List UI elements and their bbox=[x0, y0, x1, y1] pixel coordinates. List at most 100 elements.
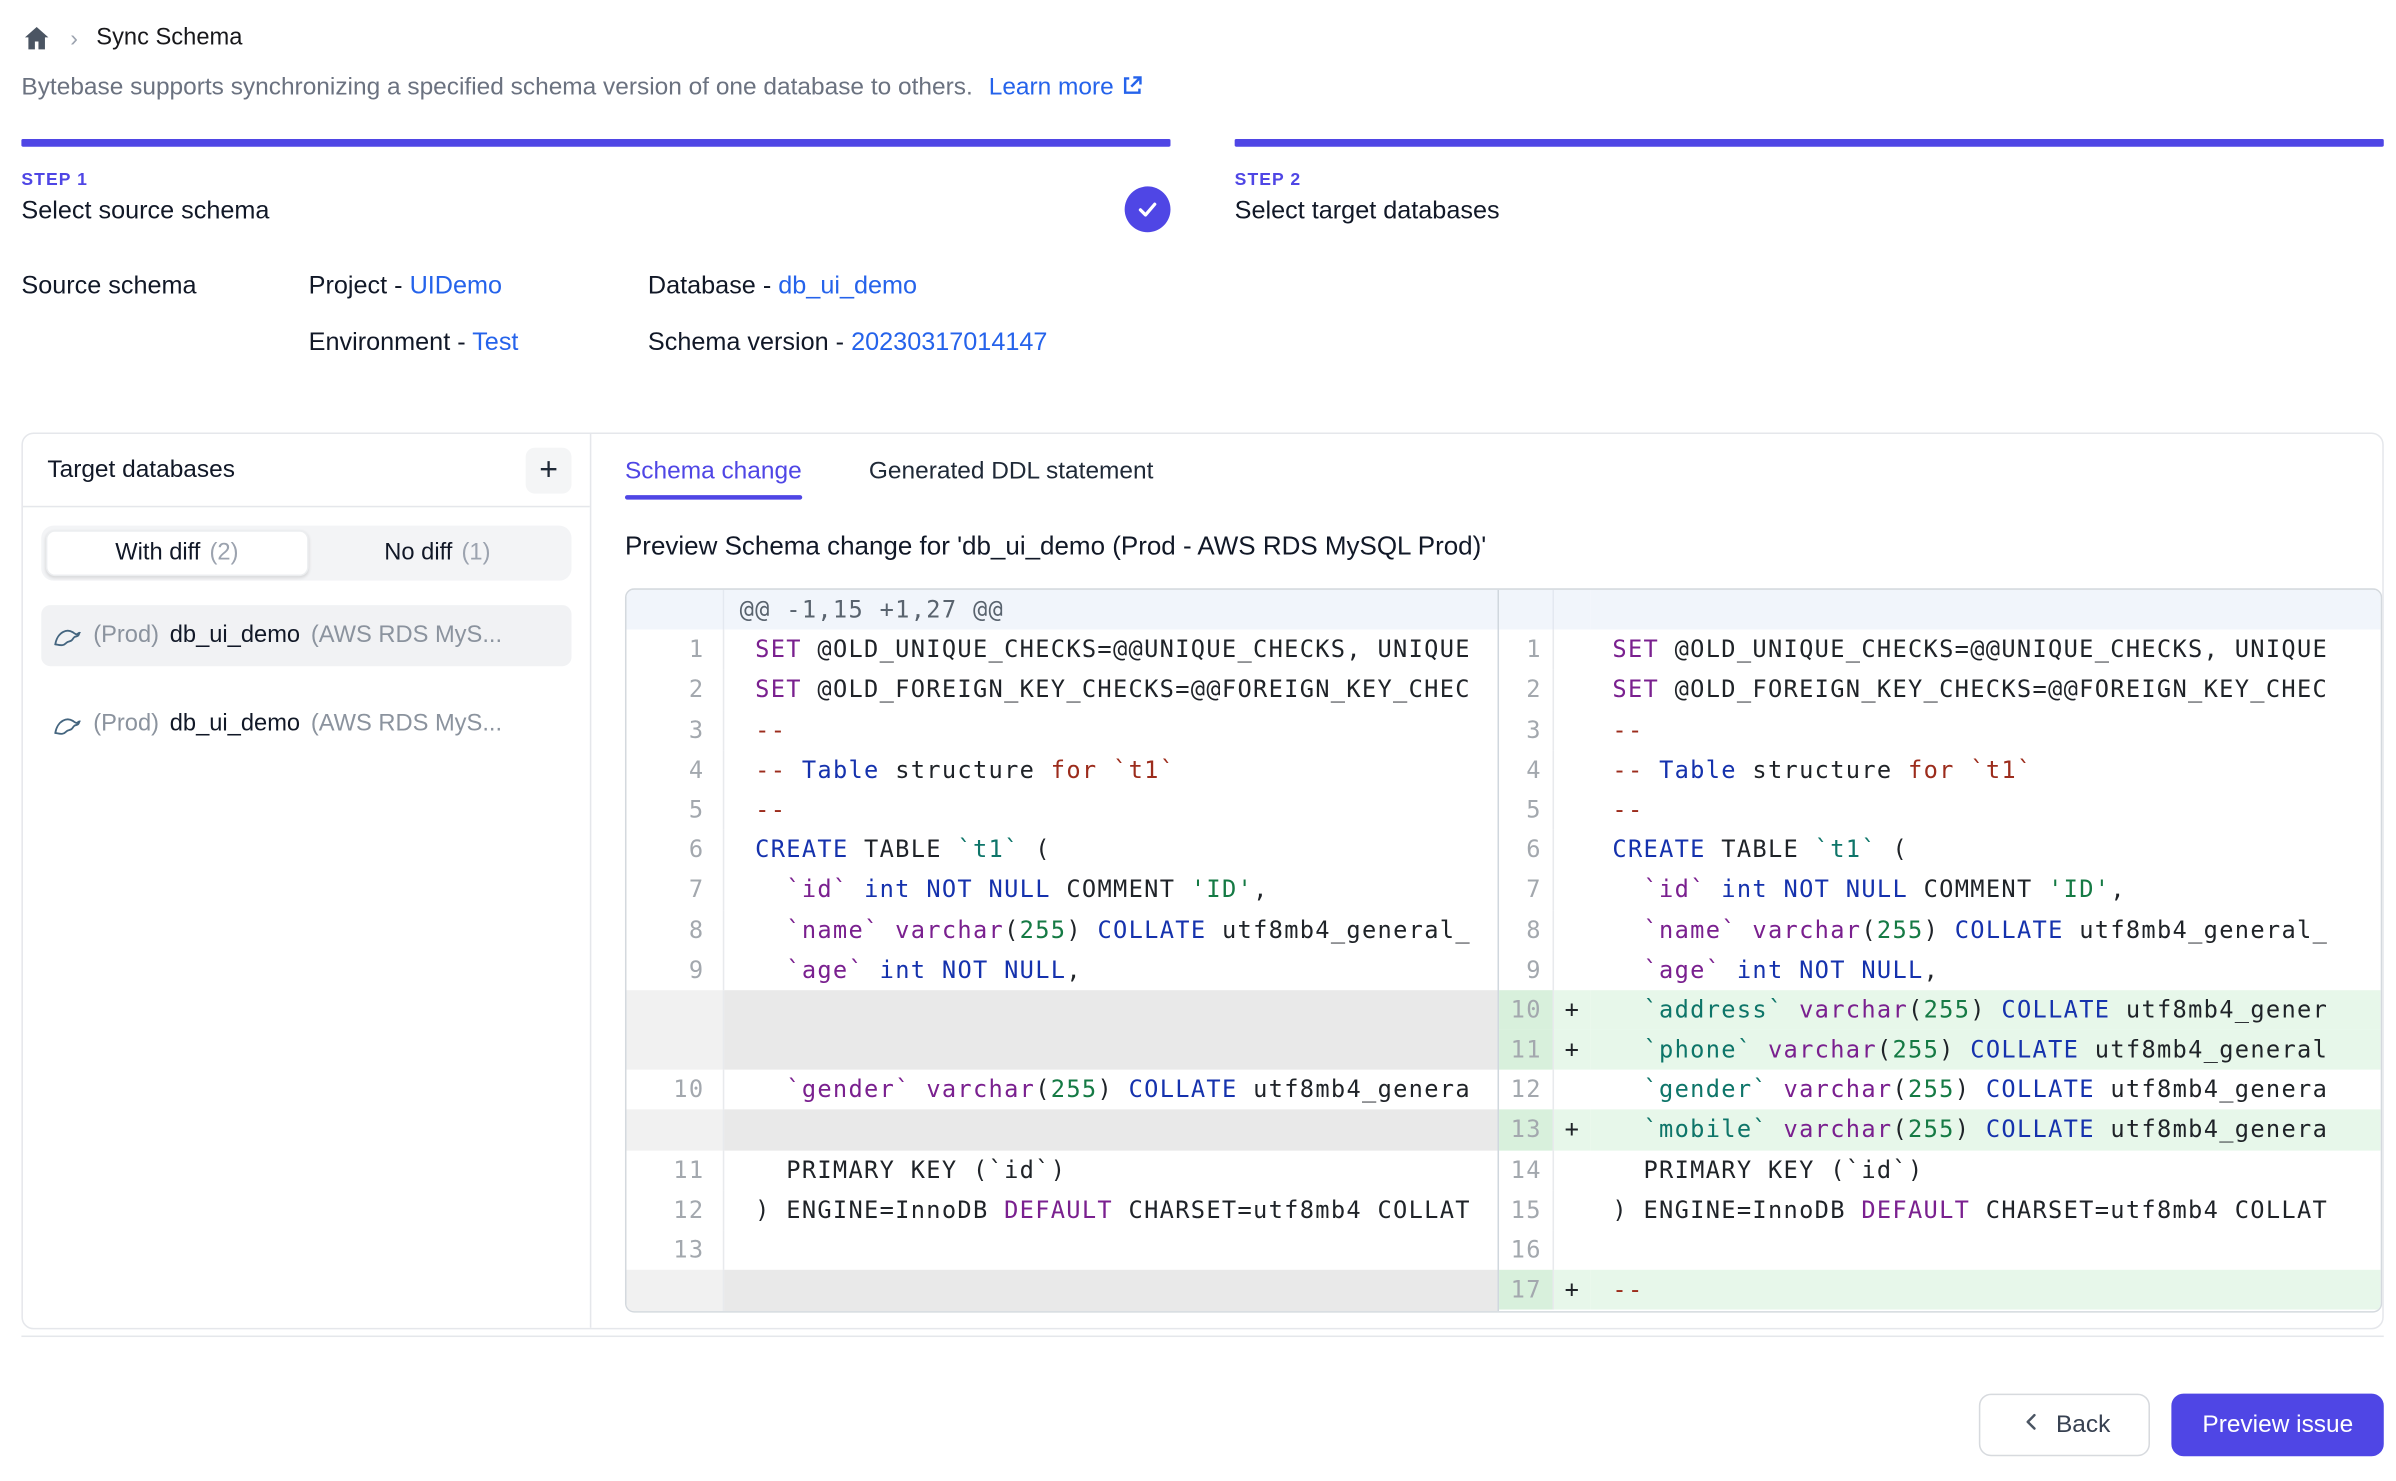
diff-code-text: -- bbox=[724, 790, 1497, 830]
diff-code-text bbox=[1591, 1230, 2381, 1270]
diff-line-number bbox=[627, 1110, 725, 1150]
learn-more-link[interactable]: Learn more bbox=[989, 75, 1145, 101]
home-icon[interactable] bbox=[21, 23, 52, 54]
target-database-item[interactable]: (Prod)db_ui_demo(AWS RDS MyS... bbox=[41, 694, 571, 755]
diff-add-sign: + bbox=[1554, 1270, 1591, 1310]
diff-code-text: `gender` varchar(255) COLLATE utf8mb4_ge… bbox=[1591, 1070, 2381, 1110]
diff-pane-source[interactable]: @@ -1,15 +1,27 @@1 SET @OLD_UNIQUE_CHECK… bbox=[627, 590, 1500, 1311]
diff-code-row: 12 ) ENGINE=InnoDB DEFAULT CHARSET=utf8m… bbox=[627, 1190, 1498, 1230]
diff-add-sign: + bbox=[1554, 1030, 1591, 1070]
diff-code-row: 3 -- bbox=[627, 710, 1498, 750]
stepper: STEP 1 Select source schema STEP 2 Selec… bbox=[0, 139, 2396, 226]
diff-code-text: `name` varchar(255) COLLATE utf8mb4_gene… bbox=[724, 910, 1497, 950]
diff-line-number: 3 bbox=[1499, 710, 1554, 750]
diff-add-sign bbox=[1554, 750, 1591, 790]
diff-code-row: 13 bbox=[627, 1230, 1498, 1270]
diff-code-text: SET @OLD_UNIQUE_CHECKS=@@UNIQUE_CHECKS, … bbox=[724, 630, 1497, 670]
diff-code-text bbox=[1591, 590, 2381, 630]
step-1: STEP 1 Select source schema bbox=[21, 139, 1170, 226]
diff-code-text: `id` int NOT NULL COMMENT 'ID', bbox=[724, 870, 1497, 910]
tab-no-diff[interactable]: No diff(1) bbox=[308, 530, 567, 576]
schema-version-link[interactable]: 20230317014147 bbox=[851, 329, 1047, 357]
diff-line-number: 6 bbox=[627, 830, 725, 870]
diff-code-text: -- Table structure for `t1` bbox=[724, 750, 1497, 790]
db-environment: (Prod) bbox=[93, 622, 159, 650]
sync-schema-page: › Sync Schema Bytebase supports synchron… bbox=[0, 0, 2396, 1481]
diff-code-text: -- bbox=[724, 710, 1497, 750]
diff-code-row: 2 SET @OLD_FOREIGN_KEY_CHECKS=@@FOREIGN_… bbox=[627, 670, 1498, 710]
diff-code-row: 7 `id` int NOT NULL COMMENT 'ID', bbox=[1499, 870, 2381, 910]
tab-with-diff[interactable]: With diff(2) bbox=[46, 530, 308, 576]
tab-generated-ddl[interactable]: Generated DDL statement bbox=[869, 458, 1153, 499]
diff-code-text bbox=[724, 1230, 1497, 1270]
diff-code-text: -- bbox=[1591, 710, 2381, 750]
database-link[interactable]: db_ui_demo bbox=[778, 272, 917, 300]
diff-code-text: SET @OLD_FOREIGN_KEY_CHECKS=@@FOREIGN_KE… bbox=[1591, 670, 2381, 710]
diff-code-row: 15 ) ENGINE=InnoDB DEFAULT CHARSET=utf8m… bbox=[1499, 1190, 2381, 1230]
diff-code-text: `age` int NOT NULL, bbox=[1591, 950, 2381, 990]
diff-code-row: 14 PRIMARY KEY (`id`) bbox=[1499, 1150, 2381, 1190]
diff-line-number: 2 bbox=[1499, 670, 1554, 710]
diff-line-number: 6 bbox=[1499, 830, 1554, 870]
diff-code-text: `address` varchar(255) COLLATE utf8mb4_g… bbox=[1591, 990, 2381, 1030]
diff-code-row: 4 -- Table structure for `t1` bbox=[627, 750, 1498, 790]
diff-code-text: `mobile` varchar(255) COLLATE utf8mb4_ge… bbox=[1591, 1110, 2381, 1150]
diff-line-number bbox=[627, 1270, 725, 1311]
database-field: Database - db_ui_demo bbox=[648, 272, 2375, 301]
diff-code-text: SET @OLD_FOREIGN_KEY_CHECKS=@@FOREIGN_KE… bbox=[724, 670, 1497, 710]
diff-add-sign bbox=[1554, 1190, 1591, 1230]
diff-code-text bbox=[724, 990, 1497, 1070]
diff-code-text bbox=[724, 1270, 1497, 1311]
preview-issue-button[interactable]: Preview issue bbox=[2172, 1394, 2384, 1457]
step-2: STEP 2 Select target databases bbox=[1235, 139, 2384, 226]
diff-code-row: 1 SET @OLD_UNIQUE_CHECKS=@@UNIQUE_CHECKS… bbox=[1499, 630, 2381, 670]
diff-line-number: 15 bbox=[1499, 1190, 1554, 1230]
diff-add-sign bbox=[1554, 910, 1591, 950]
diff-pane-target[interactable]: 1 SET @OLD_UNIQUE_CHECKS=@@UNIQUE_CHECKS… bbox=[1499, 590, 2381, 1311]
diff-code-text: CREATE TABLE `t1` ( bbox=[724, 830, 1497, 870]
schema-diff-viewer: @@ -1,15 +1,27 @@1 SET @OLD_UNIQUE_CHECK… bbox=[625, 588, 2382, 1312]
breadcrumb: › Sync Schema bbox=[0, 0, 2396, 58]
project-field: Project - UIDemo bbox=[309, 272, 648, 301]
diff-code-text: `id` int NOT NULL COMMENT 'ID', bbox=[1591, 870, 2381, 910]
diff-add-sign: + bbox=[1554, 1110, 1591, 1150]
diff-filler-row bbox=[627, 1270, 1498, 1311]
diff-code-row: 11 PRIMARY KEY (`id`) bbox=[627, 1150, 1498, 1190]
mysql-icon bbox=[53, 713, 82, 736]
description-text: Bytebase supports synchronizing a specif… bbox=[21, 75, 972, 101]
diff-code-text: -- bbox=[1591, 1270, 2381, 1310]
project-link[interactable]: UIDemo bbox=[410, 272, 502, 300]
diff-line-number: 1 bbox=[1499, 630, 1554, 670]
tab-schema-change[interactable]: Schema change bbox=[625, 458, 802, 499]
diff-code-text: ) ENGINE=InnoDB DEFAULT CHARSET=utf8mb4 … bbox=[1591, 1190, 2381, 1230]
diff-line-number: 7 bbox=[1499, 870, 1554, 910]
external-link-icon bbox=[1120, 73, 1144, 105]
diff-line-number: 11 bbox=[1499, 1030, 1554, 1070]
diff-code-row: 7 `id` int NOT NULL COMMENT 'ID', bbox=[627, 870, 1498, 910]
footer-actions: Back Preview issue bbox=[1979, 1394, 2383, 1457]
diff-code-row: 8 `name` varchar(255) COLLATE utf8mb4_ge… bbox=[1499, 910, 2381, 950]
diff-add-sign bbox=[1554, 670, 1591, 710]
diff-code-row: 9 `age` int NOT NULL, bbox=[1499, 950, 2381, 990]
diff-line-number: 11 bbox=[627, 1150, 725, 1190]
diff-hunk-row: @@ -1,15 +1,27 @@ bbox=[627, 590, 1498, 630]
target-database-item[interactable]: (Prod)db_ui_demo(AWS RDS MyS... bbox=[41, 605, 571, 666]
back-button[interactable]: Back bbox=[1979, 1394, 2150, 1457]
diff-line-number: 1 bbox=[627, 630, 725, 670]
diff-add-sign: + bbox=[1554, 990, 1591, 1030]
step-2-title: Select target databases bbox=[1235, 197, 2384, 226]
environment-link[interactable]: Test bbox=[472, 329, 518, 357]
diff-filler-row bbox=[627, 990, 1498, 1070]
source-schema-label: Source schema bbox=[21, 272, 308, 301]
diff-code-row: 13+ `mobile` varchar(255) COLLATE utf8mb… bbox=[1499, 1110, 2381, 1150]
add-target-database-button[interactable]: + bbox=[526, 447, 572, 493]
diff-code-text bbox=[724, 1110, 1497, 1150]
diff-code-row: 16 bbox=[1499, 1230, 2381, 1270]
step-1-progress-bar bbox=[21, 139, 1170, 147]
diff-code-row: 1 SET @OLD_UNIQUE_CHECKS=@@UNIQUE_CHECKS… bbox=[627, 630, 1498, 670]
mysql-icon bbox=[53, 624, 82, 647]
diff-line-number: 12 bbox=[627, 1190, 725, 1230]
schema-version-field: Schema version - 20230317014147 bbox=[648, 329, 2375, 358]
diff-add-sign bbox=[1554, 1150, 1591, 1190]
diff-add-sign bbox=[1554, 870, 1591, 910]
